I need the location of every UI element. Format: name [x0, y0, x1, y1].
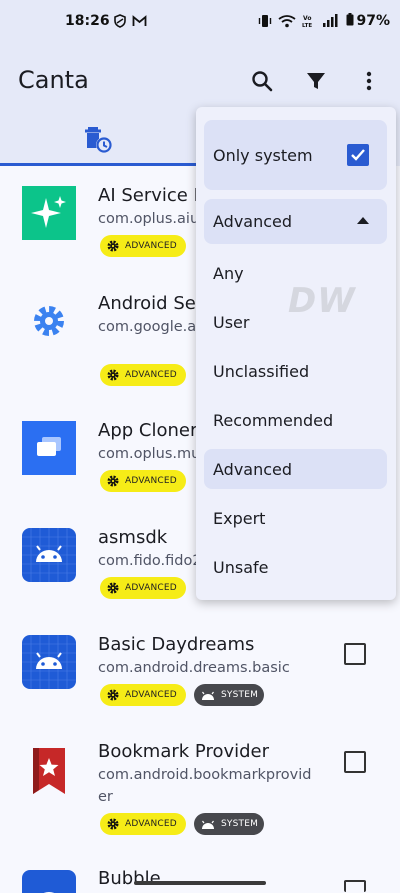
advanced-badge: ADVANCED: [100, 577, 186, 599]
volte-icon: VoLTE: [302, 15, 312, 28]
android-icon: [22, 870, 76, 893]
status-time: 18:26: [65, 13, 110, 29]
window-stack-icon: [22, 421, 76, 475]
app-icon: [22, 870, 76, 893]
option-label: Expert: [213, 509, 266, 528]
battery-level: 97%: [346, 13, 390, 29]
app-name: Basic Daydreams: [98, 634, 255, 655]
badge-label: ADVANCED: [125, 583, 177, 593]
app-icon: [22, 294, 76, 348]
search-button[interactable]: [247, 66, 277, 96]
badge-label: ADVANCED: [125, 241, 177, 251]
gear-icon: [107, 818, 119, 830]
system-badge: SYSTEM: [194, 813, 264, 835]
filter-button[interactable]: [301, 66, 331, 96]
filter-option-recommended[interactable]: Recommended: [204, 400, 387, 440]
app-icon: [22, 186, 76, 240]
app-name: Android Set: [98, 293, 203, 314]
svg-text:Vo: Vo: [303, 15, 311, 22]
svg-text:LTE: LTE: [302, 23, 312, 28]
badge-label: SYSTEM: [221, 819, 259, 829]
app-name: Bookmark Provider: [98, 741, 270, 762]
gear-icon: [107, 475, 119, 487]
badge-label: SYSTEM: [221, 690, 259, 700]
app-package: com.android.dreams.basic: [98, 660, 290, 676]
filter-option-user[interactable]: User: [204, 302, 387, 342]
filter-option-any[interactable]: Any: [204, 253, 387, 293]
gesture-bar: [134, 881, 266, 885]
option-label: Any: [213, 264, 244, 283]
tab-uninstall[interactable]: [84, 126, 114, 158]
badge-label: ADVANCED: [125, 370, 177, 380]
app-name: AI Service E: [98, 185, 205, 206]
wifi-icon: [278, 15, 296, 28]
gear-icon: [107, 369, 119, 381]
app-icon: [22, 421, 76, 475]
badge-label: ADVANCED: [125, 819, 177, 829]
advanced-badge: ADVANCED: [100, 684, 186, 706]
android-icon: [22, 528, 76, 582]
filter-menu: Only system Advanced DW Any User Unclass…: [196, 107, 396, 600]
app-icon: [22, 635, 76, 689]
badge-label: ADVANCED: [125, 690, 177, 700]
option-label: User: [213, 313, 250, 332]
only-system-checkbox[interactable]: [347, 144, 369, 166]
option-label: Advanced: [213, 460, 293, 479]
advanced-badge: ADVANCED: [100, 813, 186, 835]
signal-icon: [323, 14, 338, 27]
bookmark-star-icon: [33, 748, 65, 794]
more-vert-icon: [366, 71, 372, 91]
filter-option-unclassified[interactable]: Unclassified: [204, 351, 387, 391]
advanced-badge: ADVANCED: [100, 470, 186, 492]
only-system-option[interactable]: Only system: [204, 120, 387, 190]
option-label: Unsafe: [213, 558, 269, 577]
option-label: Unclassified: [213, 362, 310, 381]
app-icon: [22, 744, 76, 798]
filter-option-expert[interactable]: Expert: [204, 498, 387, 538]
search-icon: [252, 71, 273, 92]
filter-select[interactable]: Advanced: [204, 199, 387, 244]
select-checkbox[interactable]: [344, 643, 366, 665]
advanced-badge: ADVANCED: [100, 235, 186, 257]
gear-icon: [107, 689, 119, 701]
gear-icon: [34, 306, 64, 336]
android-icon: [22, 635, 76, 689]
gear-icon: [107, 240, 119, 252]
advanced-badge: ADVANCED: [100, 364, 186, 386]
system-badge: SYSTEM: [194, 684, 264, 706]
app-name: App Cloner: [98, 420, 198, 441]
tab-indicator: [0, 163, 200, 166]
filter-icon: [307, 73, 325, 89]
app-package: com.android.bookmarkprovider: [98, 767, 312, 805]
battery-icon: [346, 13, 354, 26]
option-label: Recommended: [213, 411, 334, 430]
gear-icon: [107, 582, 119, 594]
check-icon: [351, 149, 365, 161]
app-icon: [22, 528, 76, 582]
status-bar: 18:26 Vo LTE 97%: [0, 0, 400, 44]
gmail-icon: [132, 15, 147, 26]
select-checkbox[interactable]: [344, 880, 366, 892]
android-head-icon: [202, 691, 214, 700]
app-title: Canta: [18, 66, 89, 94]
sparkle-icon: [22, 186, 76, 240]
filter-select-value: Advanced: [213, 212, 293, 231]
trash-clock-icon: [85, 127, 112, 153]
app-name: asmsdk: [98, 527, 168, 548]
shield-icon: [114, 14, 126, 28]
filter-option-unsafe[interactable]: Unsafe: [204, 547, 387, 587]
battery-text: 97%: [356, 13, 390, 29]
only-system-label: Only system: [213, 146, 313, 165]
badge-label: ADVANCED: [125, 476, 177, 486]
select-checkbox[interactable]: [344, 751, 366, 773]
more-options-button[interactable]: [354, 66, 384, 96]
vibrate-icon: [258, 15, 272, 27]
android-head-icon: [202, 820, 214, 829]
caret-up-icon: [357, 217, 369, 224]
app-name: Bubble: [98, 868, 161, 889]
filter-option-advanced[interactable]: Advanced: [204, 449, 387, 489]
